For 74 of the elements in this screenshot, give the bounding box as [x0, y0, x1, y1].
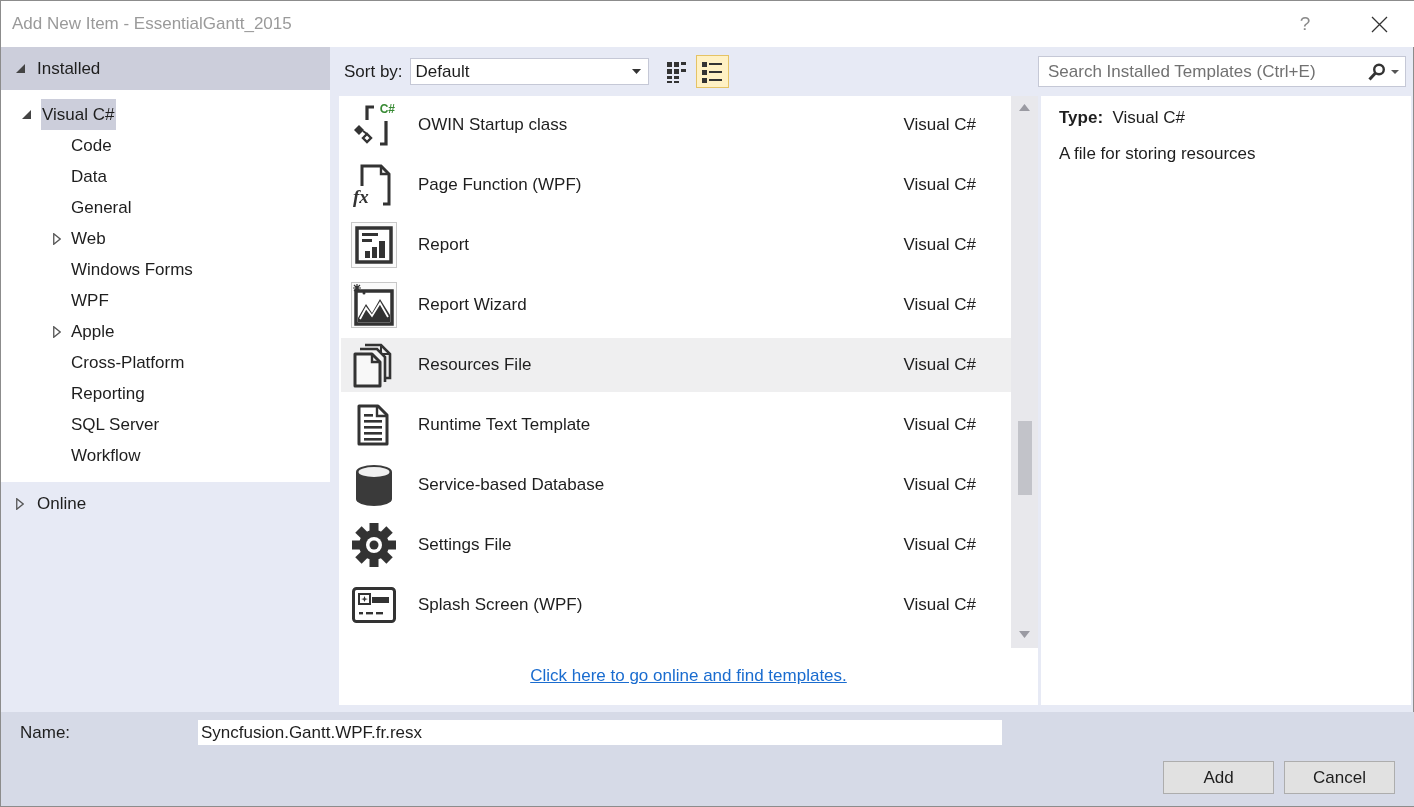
template-type-info: Type: Visual C#	[1059, 108, 1186, 128]
search-field[interactable]: Search Installed Templates (Ctrl+E)	[1038, 56, 1406, 87]
caret-icon[interactable]	[1391, 69, 1399, 74]
online-templates-link[interactable]: Click here to go online and find templates.	[530, 665, 847, 686]
template-row[interactable]: C# OWIN Startup class Visual C#	[341, 98, 1011, 152]
template-name: Page Function (WPF)	[418, 175, 583, 195]
collapsed-arrow-icon[interactable]	[16, 497, 24, 510]
tree-item[interactable]: SQL Server	[70, 409, 162, 440]
tree-item[interactable]: WPF	[70, 285, 111, 316]
template-type: Visual C#	[903, 535, 976, 555]
search-icon[interactable]	[1368, 62, 1385, 81]
template-type: Visual C#	[903, 175, 976, 195]
gear-icon	[351, 522, 397, 568]
tree-item[interactable]: Visual C#	[41, 99, 117, 130]
tree-item[interactable]: Workflow	[70, 440, 143, 471]
template-name: Splash Screen (WPF)	[418, 595, 584, 615]
tree-item[interactable]: Code	[70, 130, 114, 161]
tree-item[interactable]: Data	[70, 161, 109, 192]
template-name: Resources File	[418, 355, 533, 375]
section-label: Installed	[37, 58, 101, 79]
name-input[interactable]: Syncfusion.Gantt.WPF.fr.resx	[198, 720, 1002, 745]
template-type: Visual C#	[903, 595, 976, 615]
close-icon	[1370, 15, 1388, 33]
tree-item[interactable]: General	[70, 192, 134, 223]
tree-item[interactable]: Reporting	[70, 378, 147, 409]
template-type: Visual C#	[903, 415, 976, 435]
section-label: Online	[37, 493, 87, 514]
cancel-button[interactable]: Cancel	[1284, 761, 1395, 794]
collapsed-arrow-icon[interactable]	[53, 232, 61, 245]
tree-item[interactable]: Cross-Platform	[70, 347, 187, 378]
template-row[interactable]: Resources File Visual C#	[341, 338, 1011, 392]
template-name: Report	[418, 235, 471, 255]
add-button[interactable]: Add	[1163, 761, 1274, 794]
scrollbar[interactable]	[1011, 96, 1038, 648]
list-view-icon	[701, 60, 724, 83]
template-row[interactable]: fx Page Function (WPF) Visual C#	[341, 158, 1011, 212]
template-row[interactable]: Service-based Database Visual C#	[341, 458, 1011, 512]
template-row[interactable]: Report Wizard Visual C#	[341, 278, 1011, 332]
template-type: Visual C#	[903, 475, 976, 495]
expanded-arrow-icon[interactable]	[16, 64, 25, 73]
window-title: Add New Item - EssentialGantt_2015	[12, 14, 293, 34]
sort-label: Sort by:	[344, 61, 403, 82]
language-label: C#	[379, 103, 395, 115]
template-row[interactable]: Runtime Text Template Visual C#	[341, 398, 1011, 452]
expanded-arrow-icon[interactable]	[22, 110, 31, 119]
template-row[interactable]: Report Visual C#	[341, 218, 1011, 272]
template-name: Settings File	[418, 535, 513, 555]
small-icons-grid-icon	[666, 60, 689, 83]
section-header[interactable]: Online	[1, 482, 330, 525]
template-type: Visual C#	[903, 295, 976, 315]
template-type: Visual C#	[903, 115, 976, 135]
template-type: Visual C#	[903, 235, 976, 255]
template-type: Visual C#	[903, 355, 976, 375]
formula-label: fx	[353, 187, 369, 206]
list-view-button[interactable]	[695, 55, 729, 88]
section-header[interactable]: Installed	[1, 47, 330, 90]
template-name: Report Wizard	[418, 295, 528, 315]
caret-icon	[631, 69, 641, 74]
template-description: A file for storing resources	[1059, 144, 1257, 164]
tree-item[interactable]: Apple	[70, 316, 117, 347]
template-row[interactable]: Settings File Visual C#	[341, 518, 1011, 572]
template-name: OWIN Startup class	[418, 115, 569, 135]
help-button[interactable]: ?	[1287, 6, 1323, 42]
template-name: Runtime Text Template	[418, 415, 592, 435]
scrollbar-thumb[interactable]	[1018, 421, 1032, 495]
sort-dropdown[interactable]: Default	[409, 58, 649, 85]
template-row[interactable]: Splash Screen (WPF) Visual C#	[341, 578, 1011, 632]
collapsed-arrow-icon[interactable]	[53, 325, 61, 338]
wizard-chart-icon	[351, 282, 397, 328]
template-name: Service-based Database	[418, 475, 606, 495]
name-label: Name:	[19, 722, 72, 743]
report-chart-icon	[351, 222, 397, 268]
tree-item[interactable]: Windows Forms	[70, 254, 195, 285]
tree-item[interactable]: Web	[70, 223, 108, 254]
